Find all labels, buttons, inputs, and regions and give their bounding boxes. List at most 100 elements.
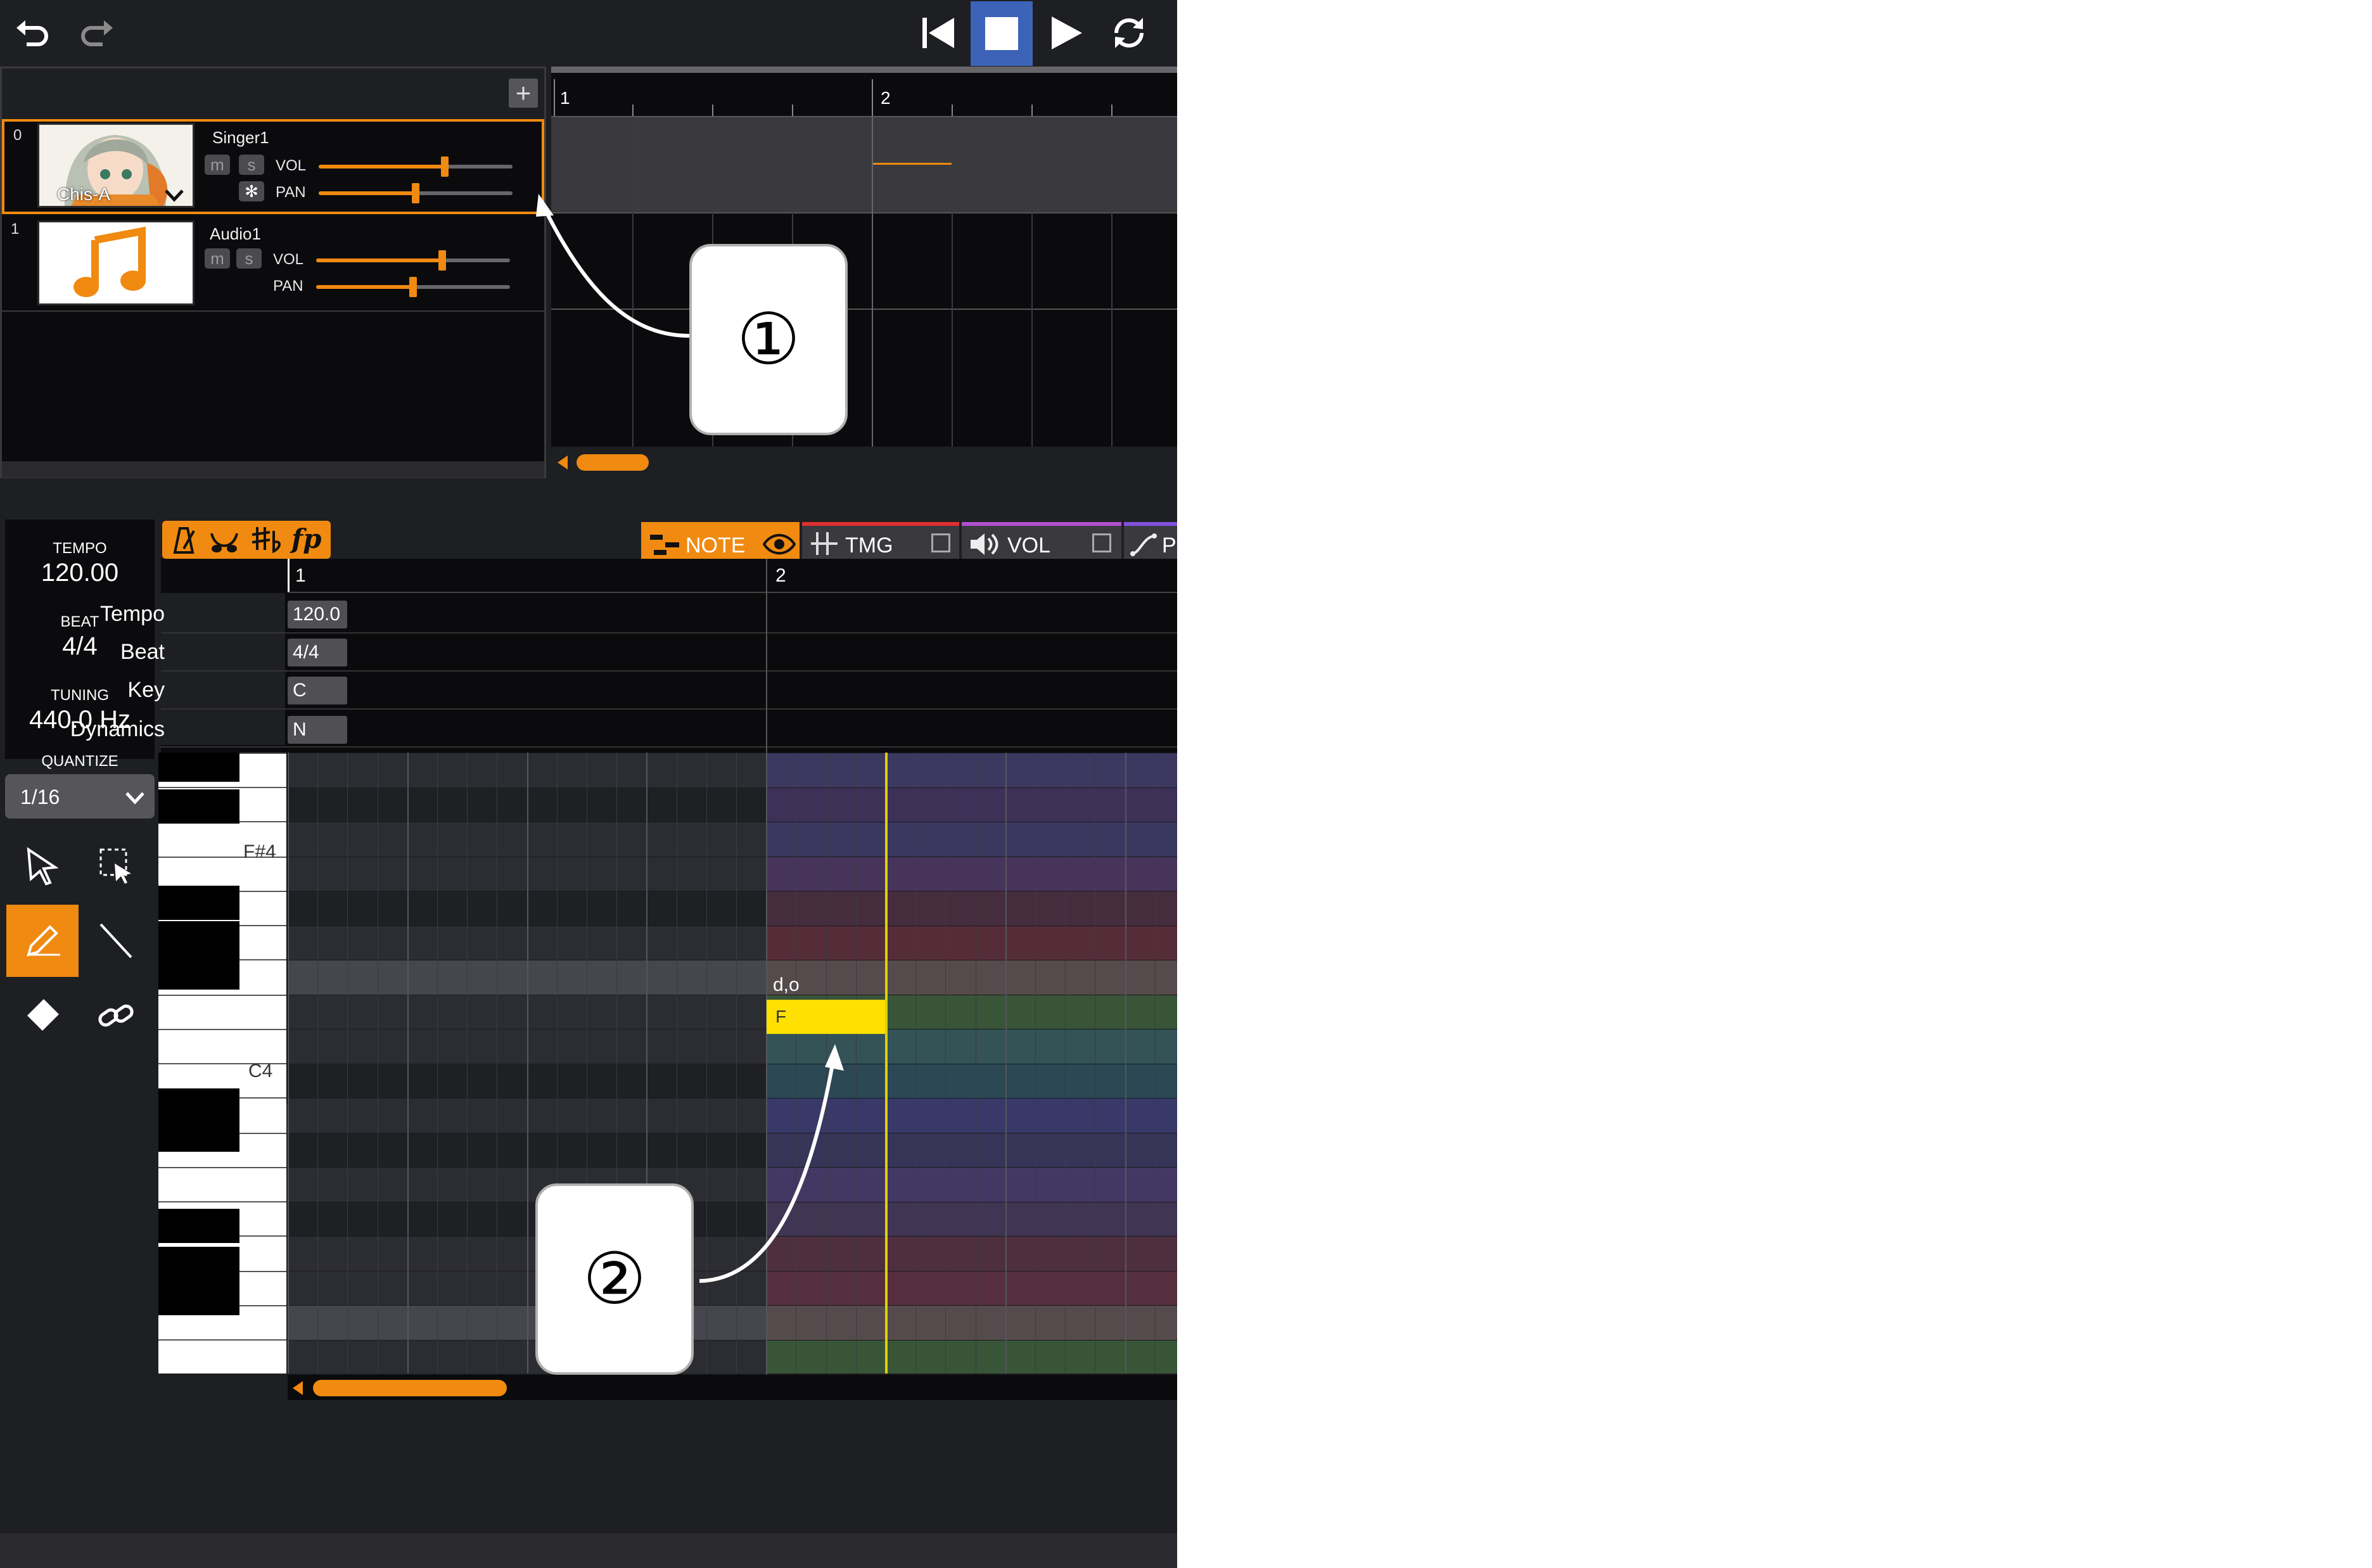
volume-knob[interactable] xyxy=(441,156,449,177)
white-key[interactable] xyxy=(158,787,286,788)
accidental-icon[interactable] xyxy=(248,525,284,555)
tab-note[interactable]: NOTE xyxy=(641,522,800,563)
black-key[interactable] xyxy=(158,955,239,990)
mute-button[interactable]: m xyxy=(205,155,230,175)
black-key[interactable] xyxy=(158,921,239,955)
note-clip-preview[interactable] xyxy=(872,163,952,165)
track-row-singer1[interactable]: 0 Chis-A Singer1 m s ✻ VOL PAN xyxy=(2,119,544,214)
effects-button[interactable]: ✻ xyxy=(239,181,264,201)
measure-label: 2 xyxy=(775,565,786,586)
pan-slider[interactable] xyxy=(316,277,510,297)
black-key[interactable] xyxy=(158,789,239,824)
scroll-left-icon[interactable] xyxy=(291,1380,304,1396)
tab-checkbox[interactable] xyxy=(931,533,950,552)
black-key[interactable] xyxy=(158,1209,239,1243)
add-icon: + xyxy=(515,78,532,108)
status-bar xyxy=(0,1533,1177,1568)
tie-icon[interactable] xyxy=(207,525,242,555)
white-key[interactable] xyxy=(158,1167,286,1168)
white-key[interactable] xyxy=(158,1201,286,1202)
grid-row-line xyxy=(288,1339,1177,1341)
tab-checkbox[interactable] xyxy=(1092,533,1111,552)
pitch-curve-icon xyxy=(1130,533,1157,556)
transport-toolbar xyxy=(0,0,1177,67)
pan-knob[interactable] xyxy=(412,183,419,203)
loop-button[interactable] xyxy=(1104,8,1154,58)
white-key[interactable] xyxy=(158,995,286,996)
chevron-down-icon xyxy=(125,792,144,805)
tempo-value[interactable]: 120.00 xyxy=(5,559,155,587)
tempo-marker[interactable]: 120.0 xyxy=(288,601,347,628)
key-marker[interactable]: C xyxy=(288,677,347,704)
measure-label: 1 xyxy=(560,88,570,108)
note-lyric: d,o xyxy=(773,974,800,995)
white-key[interactable] xyxy=(158,1339,286,1341)
row-divider xyxy=(161,746,1177,748)
black-key[interactable] xyxy=(158,886,239,920)
pencil-tool-button[interactable] xyxy=(6,905,79,977)
metronome-icon[interactable] xyxy=(166,525,201,555)
add-track-button[interactable]: + xyxy=(509,78,538,108)
box-select-tool-button[interactable] xyxy=(80,830,152,902)
editor-ruler[interactable]: 1 2 xyxy=(288,559,1177,593)
stop-button[interactable] xyxy=(971,1,1033,66)
singer-avatar[interactable]: Chis-A xyxy=(37,123,194,208)
tab-pitch[interactable]: P xyxy=(1124,522,1177,563)
redo-button[interactable] xyxy=(71,8,122,58)
grid-line xyxy=(872,117,873,447)
volume-label: VOL xyxy=(273,251,304,268)
grid-column-line xyxy=(1065,753,1066,1374)
piano-keyboard[interactable]: F#4 C4 C3 xyxy=(158,753,286,1374)
rewind-button[interactable] xyxy=(912,8,963,58)
grid-row-highlighted xyxy=(766,787,1177,822)
measure-tick xyxy=(554,79,555,116)
solo-button[interactable]: s xyxy=(239,155,264,175)
scroll-left-icon[interactable] xyxy=(556,454,569,471)
eraser-tool-button[interactable] xyxy=(6,979,79,1052)
volume-knob[interactable] xyxy=(438,250,446,271)
link-tool-button[interactable] xyxy=(80,979,152,1052)
grid-column-line xyxy=(526,753,528,1374)
grid-column-line xyxy=(1154,753,1156,1374)
mute-button[interactable]: m xyxy=(205,248,230,269)
undo-button[interactable] xyxy=(8,8,58,58)
volume-slider[interactable] xyxy=(319,156,513,177)
grid-row-highlighted xyxy=(766,960,1177,995)
black-key[interactable] xyxy=(158,1281,239,1315)
timing-icon xyxy=(811,532,838,555)
black-key[interactable] xyxy=(158,753,239,782)
timeline-scrollbar[interactable] xyxy=(551,447,1177,478)
playhead-start xyxy=(288,559,290,592)
track-name: Singer1 xyxy=(212,128,269,147)
track-row-audio1[interactable]: 1 Audio1 m s VOL PAN xyxy=(2,215,544,312)
play-icon xyxy=(1052,16,1082,49)
tab-timing[interactable]: TMG xyxy=(802,522,959,563)
pan-slider[interactable] xyxy=(319,183,513,203)
note-phoneme: F xyxy=(775,1007,787,1026)
audio-thumbnail xyxy=(37,220,194,305)
timeline-ruler[interactable]: 1 2 xyxy=(551,73,1177,117)
black-key[interactable] xyxy=(158,1118,239,1152)
tab-volume[interactable]: VOL xyxy=(962,522,1121,563)
scrollbar-thumb[interactable] xyxy=(577,454,649,471)
quantize-dropdown[interactable]: 1/16 xyxy=(5,774,155,819)
pan-knob[interactable] xyxy=(409,277,417,297)
select-tool-button[interactable] xyxy=(6,830,79,902)
beat-row-label: Beat xyxy=(120,640,165,664)
line-tool-button[interactable] xyxy=(80,905,152,977)
solo-button[interactable]: s xyxy=(236,248,262,269)
dynamics-icon[interactable]: fp xyxy=(291,523,321,554)
black-key[interactable] xyxy=(158,1247,239,1281)
play-button[interactable] xyxy=(1040,8,1091,58)
volume-slider[interactable] xyxy=(316,250,510,271)
beat-tick xyxy=(792,105,793,116)
beat-marker[interactable]: 4/4 xyxy=(288,639,347,666)
editor-scrollbar[interactable] xyxy=(288,1375,1177,1400)
eye-icon[interactable] xyxy=(763,533,796,555)
key-row-label: Key xyxy=(127,678,165,702)
white-key[interactable] xyxy=(158,1029,286,1030)
playhead[interactable] xyxy=(885,753,888,1374)
track-list-panel: + 0 Chis-A Singer1 m s ✻ VOL PAN 1 Audio… xyxy=(0,67,546,478)
scrollbar-thumb[interactable] xyxy=(313,1380,507,1396)
dynamics-marker[interactable]: N xyxy=(288,716,347,744)
